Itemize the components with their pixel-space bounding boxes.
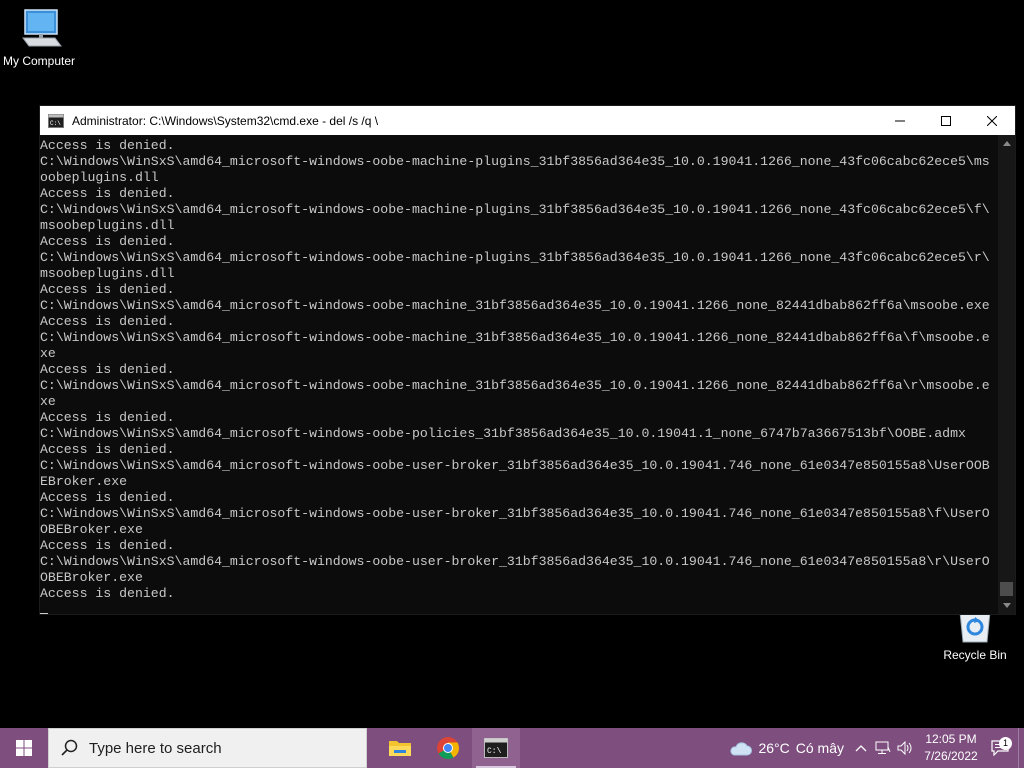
minimize-button[interactable] [877,106,923,135]
taskbar-clock[interactable]: 12:05 PM 7/26/2022 [920,731,982,765]
cmd-window[interactable]: C:\ Administrator: C:\Windows\System32\c… [39,105,1016,615]
search-icon [61,739,78,756]
console-line: C:\Windows\WinSxS\amd64_microsoft-window… [40,426,966,441]
console-line: Access is denied. [40,362,175,377]
desktop-icon-my-computer[interactable]: My Computer [0,8,78,68]
console-line: Access is denied. [40,538,175,553]
chevron-up-icon [855,745,867,752]
command-prompt-icon: C:\ [484,738,508,758]
svg-text:C:\: C:\ [487,747,502,756]
notification-badge: 1 [999,737,1012,750]
console-line: Access is denied. [40,314,175,329]
maximize-icon [941,115,951,126]
clock-time: 12:05 PM [925,732,977,746]
console-line: Access is denied. [40,234,175,249]
chevron-up-icon [1002,141,1011,146]
console-line: C:\Windows\WinSxS\amd64_microsoft-window… [40,298,990,313]
clock-date: 7/26/2022 [924,749,978,763]
console-line: C:\Windows\WinSxS\amd64_microsoft-window… [40,250,990,265]
console-line: xe [40,394,56,409]
taskbar: Type here to search C:\ 26°C Có mây 12:0… [0,728,1024,768]
taskbar-file-explorer[interactable] [376,728,424,768]
command-prompt-icon: C:\ [48,113,64,128]
notification-center-button[interactable]: 1 [982,737,1018,756]
close-button[interactable] [969,106,1015,135]
console-line: msoobeplugins.dll [40,266,175,281]
close-icon [987,115,997,126]
show-desktop-button[interactable] [1018,728,1024,768]
system-tray: 26°C Có mây 12:05 PM 7/26/2022 1 [728,728,1024,768]
console-line: C:\Windows\WinSxS\amd64_microsoft-window… [40,378,990,393]
console-line: Access is denied. [40,138,175,153]
console-line: OBEBroker.exe [40,522,143,537]
scroll-down-button[interactable] [998,597,1015,614]
console-line: Access is denied. [40,410,175,425]
console-line: Access is denied. [40,586,175,601]
console-line: oobeplugins.dll [40,170,159,185]
console-line: OBEBroker.exe [40,570,143,585]
desktop-icon-label: Recycle Bin [943,648,1007,662]
taskbar-search-box[interactable]: Type here to search [48,728,367,768]
console-line: Access is denied. [40,442,175,457]
scroll-up-button[interactable] [998,135,1015,152]
console-line: C:\Windows\WinSxS\amd64_microsoft-window… [40,202,990,217]
window-titlebar[interactable]: C:\ Administrator: C:\Windows\System32\c… [40,106,1015,135]
weather-temp: 26°C [758,740,790,756]
network-icon [875,741,891,754]
console-line: Access is denied. [40,282,175,297]
search-placeholder: Type here to search [89,739,222,757]
console-line: C:\Windows\WinSxS\amd64_microsoft-window… [40,458,990,473]
console-line: Access is denied. [40,186,175,201]
taskbar-command-prompt[interactable]: C:\ [472,728,520,768]
console-line: C:\Windows\WinSxS\amd64_microsoft-window… [40,330,990,345]
console-line: C:\Windows\WinSxS\amd64_microsoft-window… [40,154,990,169]
taskbar-chrome[interactable] [424,728,472,768]
svg-text:C:\: C:\ [50,120,61,127]
weather-desc: Có mây [795,740,844,756]
windows-logo-icon [16,740,32,756]
console-line: msoobeplugins.dll [40,218,175,233]
desktop-icon-label: My Computer [2,54,76,68]
console-line: C:\Windows\WinSxS\amd64_microsoft-window… [40,506,990,521]
console-line: Access is denied. [40,490,175,505]
chevron-down-icon [1002,603,1011,608]
computer-icon [22,9,62,47]
desktop-icon-recycle-bin[interactable]: Recycle Bin [940,608,1010,662]
network-tray-button[interactable] [872,728,894,768]
vertical-scrollbar[interactable] [998,135,1015,614]
weather-widget[interactable]: 26°C Có mây [728,740,844,756]
show-hidden-icons-button[interactable] [850,728,872,768]
window-title: Administrator: C:\Windows\System32\cmd.e… [72,113,379,128]
chrome-icon [437,737,459,759]
start-button[interactable] [0,728,48,768]
console-line: C:\Windows\WinSxS\amd64_microsoft-window… [40,554,990,569]
console-output[interactable]: Access is denied. C:\Windows\WinSxS\amd64… [40,135,998,614]
file-explorer-icon [389,741,411,756]
scrollbar-thumb[interactable] [1000,582,1013,596]
maximize-button[interactable] [923,106,969,135]
volume-icon [897,741,912,755]
cloud-icon [730,742,753,756]
volume-tray-button[interactable] [894,728,916,768]
minimize-icon [895,120,905,121]
console-cursor [40,613,48,614]
console-line: xe [40,346,56,361]
console-line: EBroker.exe [40,474,128,489]
